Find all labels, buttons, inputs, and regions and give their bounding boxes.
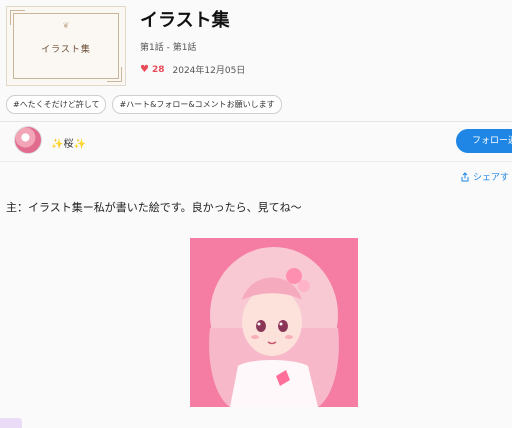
cover-thumbnail[interactable]: ❦ イラスト集 <box>6 6 126 86</box>
illustration-art <box>190 238 358 407</box>
tag-item[interactable]: #へたくそだけど許して <box>6 95 107 114</box>
publish-date: 2024年12月05日 <box>172 66 246 76</box>
divider <box>0 161 512 162</box>
description: 主：イラスト集ー私が書いた絵です。良かったら、見てね〜 <box>6 201 302 214</box>
follow-button[interactable]: フォロー返 <box>456 129 512 153</box>
ornament-icon: ❦ <box>62 21 70 30</box>
author-name[interactable]: ✨桜✨ <box>51 135 86 150</box>
share-icon <box>461 171 469 181</box>
illustration-image[interactable] <box>190 238 358 407</box>
like-count: 28 <box>151 64 165 75</box>
tag-item[interactable]: #ハート&フォロー&コメントお願いします <box>112 95 282 114</box>
share-button[interactable]: シェアす <box>460 170 509 183</box>
tag-list: #へたくそだけど許して #ハート&フォロー&コメントお願いします <box>6 95 282 114</box>
share-label: シェアす <box>473 173 510 183</box>
bottom-tab-edge <box>0 418 22 428</box>
heart-icon[interactable]: ♥ <box>140 64 149 75</box>
work-title: イラスト集 <box>140 10 230 31</box>
episode-range: 第1話 - 第1話 <box>140 43 197 53</box>
likes-row: ♥ 28 2024年12月05日 <box>140 63 245 76</box>
avatar[interactable] <box>14 126 42 154</box>
cover-title: イラスト集 <box>41 45 91 55</box>
divider <box>0 121 512 122</box>
